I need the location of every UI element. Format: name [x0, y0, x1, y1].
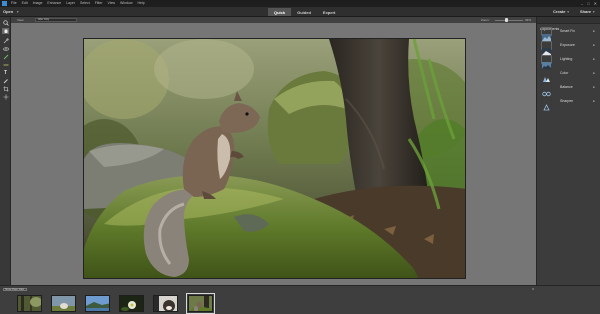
smart-fix-label: Smart Fix — [560, 29, 575, 33]
sharpen-label: Sharpen — [560, 99, 574, 103]
zoom-slider-track[interactable] — [495, 19, 523, 21]
open-button[interactable]: Open ▼ — [3, 9, 19, 14]
menu-image[interactable]: Image — [33, 0, 43, 7]
adjustment-color[interactable]: Color ▸ — [537, 67, 600, 83]
forest-thumbnail[interactable] — [17, 295, 42, 312]
exposure-label: Exposure — [560, 43, 575, 47]
exposure-icon — [541, 41, 552, 55]
photo-bin: Show Open Files ≡ — [0, 285, 600, 314]
smart-fix-icon — [541, 27, 552, 41]
dog-field-thumbnail[interactable] — [51, 295, 76, 312]
menu-help[interactable]: Help — [138, 0, 145, 7]
menu-icon[interactable]: ≡ — [532, 287, 534, 291]
crop-icon[interactable] — [2, 86, 9, 92]
color-icon — [541, 69, 552, 83]
app-logo-icon — [2, 1, 7, 6]
menu-filter[interactable]: Filter — [95, 0, 103, 7]
open-label: Open — [3, 9, 14, 14]
panel-header: Adjustments — [537, 17, 600, 31]
document-image-squirrel[interactable] — [83, 38, 466, 279]
adjustment-balance[interactable]: Balance ▸ — [537, 81, 600, 97]
share-label: Share — [580, 9, 592, 14]
menu-window[interactable]: Window — [120, 0, 132, 7]
flower-thumbnail[interactable] — [119, 295, 144, 312]
share-button[interactable]: Share ▼ — [580, 9, 595, 14]
create-label: Create — [553, 9, 566, 14]
window-controls: – □ ✕ — [581, 1, 597, 6]
adjustment-exposure[interactable]: Exposure ▸ — [537, 39, 600, 55]
move-icon[interactable] — [2, 94, 9, 100]
create-button[interactable]: Create ▼ — [553, 9, 570, 14]
hand-icon[interactable] — [2, 28, 9, 34]
adjustment-sharpen[interactable]: Sharpen ▸ — [537, 95, 600, 111]
sharpen-icon — [541, 97, 552, 111]
balance-icon — [541, 83, 552, 97]
lake-thumbnail[interactable] — [85, 295, 110, 312]
chevron-right-icon: ▸ — [593, 29, 595, 33]
menu-select[interactable]: Select — [80, 0, 90, 7]
eye-icon[interactable] — [2, 46, 9, 52]
quick-selection-icon[interactable] — [2, 38, 9, 44]
show-open-files-label: Show Open Files — [5, 287, 25, 291]
type-icon[interactable]: T — [2, 70, 9, 76]
spot-healing-icon[interactable] — [2, 78, 9, 84]
color-label: Color — [560, 71, 569, 75]
whiten-teeth-icon[interactable] — [2, 54, 9, 60]
mode-bar: Open ▼ Quick Guided Expert Create ▼ Share… — [0, 7, 600, 17]
mode-tabs: Quick Guided Expert — [268, 8, 341, 16]
chevron-down-icon: ▼ — [16, 10, 20, 14]
menu-enhance[interactable]: Enhance — [47, 0, 61, 7]
tab-guided[interactable]: Guided — [291, 8, 317, 16]
chevron-right-icon: ▸ — [593, 99, 595, 103]
menu-file[interactable]: File — [11, 0, 17, 7]
squirrel-thumbnail[interactable] — [186, 293, 215, 314]
close-icon[interactable]: ✕ — [594, 1, 597, 6]
lighting-label: Lighting — [560, 57, 573, 61]
balance-label: Balance — [560, 85, 573, 89]
menu-view[interactable]: View — [108, 0, 116, 7]
chevron-down-icon: ▼ — [566, 10, 570, 14]
chevron-right-icon: ▸ — [593, 43, 595, 47]
menu-layer[interactable]: Layer — [66, 0, 75, 7]
maximize-icon[interactable]: □ — [587, 1, 589, 6]
chevron-down-icon: ▼ — [592, 10, 596, 14]
minimize-icon[interactable]: – — [581, 1, 583, 6]
chevron-right-icon: ▸ — [593, 85, 595, 89]
dog-portrait-thumbnail[interactable] — [153, 295, 178, 312]
show-open-files-dropdown[interactable]: Show Open Files — [3, 287, 27, 291]
tools-panel: T — [0, 17, 11, 285]
chevron-right-icon: ▸ — [593, 57, 595, 61]
zoom-slider-handle[interactable] — [505, 18, 508, 22]
straighten-icon[interactable] — [2, 62, 9, 68]
photo-bin-header: Show Open Files — [3, 287, 27, 291]
adjustments-panel: Adjustments Smart Fix ▸ Exposure ▸ Light… — [536, 17, 600, 285]
menu-bar: File Edit Image Enhance Layer Select Fil… — [0, 0, 600, 7]
chevron-right-icon: ▸ — [593, 71, 595, 75]
lighting-icon — [541, 55, 552, 69]
adjustment-lighting[interactable]: Lighting ▸ — [537, 53, 600, 69]
adjustment-smart-fix[interactable]: Smart Fix ▸ — [537, 25, 600, 41]
tab-quick[interactable]: Quick — [268, 8, 292, 16]
menu-edit[interactable]: Edit — [22, 0, 28, 7]
zoom-icon[interactable] — [2, 20, 9, 26]
view-select[interactable]: After Only — [35, 18, 77, 22]
tab-expert[interactable]: Expert — [317, 8, 341, 16]
photo-editor-window: File Edit Image Enhance Layer Select Fil… — [0, 0, 600, 314]
